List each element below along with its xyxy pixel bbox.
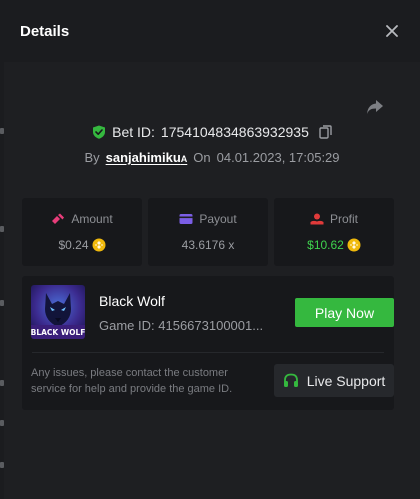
stat-amount: Amount $0.24	[22, 198, 142, 266]
stat-payout-label-row: Payout	[179, 212, 237, 226]
modal-title: Details	[20, 22, 70, 40]
profit-icon	[310, 213, 324, 225]
bet-chip-icon	[52, 213, 65, 224]
stat-profit-label: Profit	[329, 212, 358, 226]
close-icon	[386, 25, 398, 37]
stat-amount-label: Amount	[71, 212, 113, 226]
game-thumbnail[interactable]: BLACK WOLF	[31, 285, 85, 339]
username-suffix: A	[180, 154, 188, 164]
game-id-label: Game ID:	[99, 318, 155, 333]
game-id-value: 4156673100001...	[158, 318, 264, 333]
thumbnail-title: BLACK WOLF	[31, 328, 85, 337]
stat-amount-label-row: Amount	[51, 212, 113, 226]
game-id-row: Game ID: 4156673100001...	[99, 318, 267, 333]
bet-id-row: Bet ID: 1754104834863932935	[4, 124, 420, 140]
coin-icon	[92, 238, 106, 252]
bet-id-label: Bet ID:	[112, 124, 155, 140]
game-card: BLACK WOLF Black Wolf Game ID: 415667310…	[22, 276, 394, 410]
stat-payout-value-row: 43.6176 x	[182, 238, 235, 252]
headset-icon	[283, 373, 298, 387]
wolf-game-art: BLACK WOLF	[31, 285, 85, 339]
stat-profit-value-row: $10.62	[307, 238, 361, 252]
game-name: Black Wolf	[99, 293, 165, 309]
play-now-button[interactable]: Play Now	[295, 298, 394, 327]
support-hint-text: Any issues, please contact the customer …	[31, 367, 233, 395]
stat-amount-value-row: $0.24	[58, 238, 106, 252]
username-link[interactable]: sanjahimikuA	[106, 150, 188, 165]
share-icon[interactable]	[364, 96, 386, 118]
card-divider	[32, 352, 384, 353]
coin-icon	[347, 238, 361, 252]
bet-details-modal: Details Bet ID: 1754104834863932935 By s…	[4, 0, 420, 499]
stat-payout-label: Payout	[199, 212, 237, 226]
live-support-label: Live Support	[306, 372, 386, 389]
stat-payout: Payout 43.6176 x	[148, 198, 268, 266]
stat-amount-value: $0.24	[58, 238, 89, 252]
modal-header: Details	[4, 0, 420, 62]
stat-profit-label-row: Profit	[310, 212, 358, 226]
bet-datetime: 04.01.2023, 17:05:29	[216, 150, 340, 165]
stat-payout-value: 43.6176 x	[181, 238, 235, 252]
bet-id-value: 1754104834863932935	[160, 124, 309, 140]
verified-shield-icon	[93, 125, 106, 139]
stat-profit-value: $10.62	[307, 238, 344, 252]
on-label: On	[193, 150, 211, 165]
wallet-icon	[179, 214, 193, 224]
close-button[interactable]	[382, 21, 402, 41]
username: sanjahimiku	[105, 150, 181, 165]
live-support-button[interactable]: Live Support	[274, 364, 394, 397]
copy-icon[interactable]	[319, 125, 332, 139]
by-label: By	[84, 150, 100, 165]
stats-row: Amount $0.24 Payout 43.6176 x Profit $10…	[22, 198, 394, 266]
stat-profit: Profit $10.62	[274, 198, 394, 266]
bet-meta-row: By sanjahimikuA On 04.01.2023, 17:05:29	[4, 150, 420, 165]
